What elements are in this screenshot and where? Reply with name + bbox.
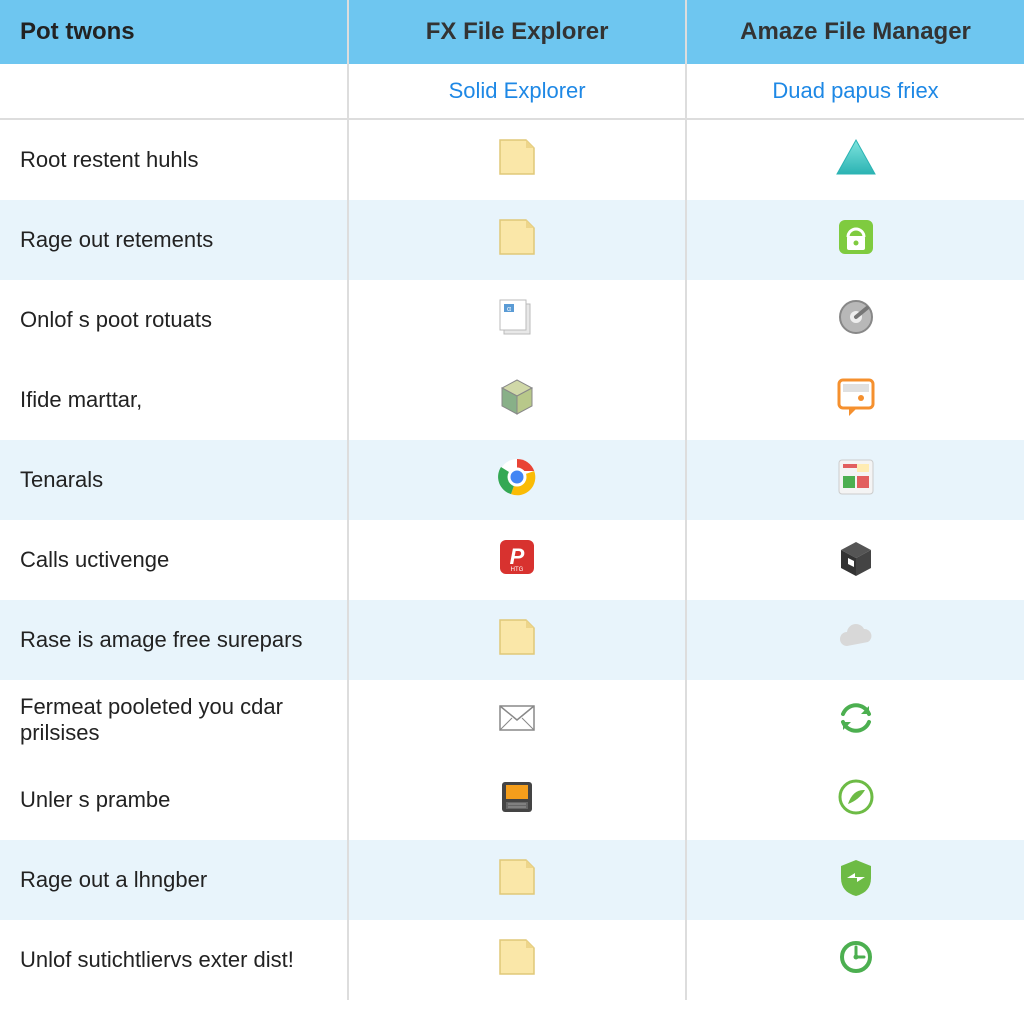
row-cell-a — [348, 600, 686, 680]
row-label: Rase is amage free surepars — [0, 600, 348, 680]
folder-icon — [494, 214, 540, 260]
sync-icon — [833, 694, 879, 740]
row-label: Ifide marttar, — [0, 360, 348, 440]
row-label: Unlof sutichtliervs exter dist! — [0, 920, 348, 1000]
sub-col-2[interactable]: Duad papus friex — [686, 64, 1024, 119]
table-row: Root restent huhls — [0, 119, 1024, 200]
table-row: Unlof sutichtliervs exter dist! — [0, 920, 1024, 1000]
row-label: Rage out a lhngber — [0, 840, 348, 920]
row-label: Calls uctivenge — [0, 520, 348, 600]
header-col-2: Amaze File Manager — [686, 0, 1024, 64]
row-cell-a — [348, 200, 686, 280]
folder-icon — [494, 614, 540, 660]
sub-header-row: Solid Explorer Duad papus friex — [0, 64, 1024, 119]
row-cell-b — [686, 680, 1024, 760]
row-label: Rage out retements — [0, 200, 348, 280]
row-cell-a — [348, 360, 686, 440]
device-icon — [494, 774, 540, 820]
row-cell-a — [348, 119, 686, 200]
triangle-icon — [833, 134, 879, 180]
row-cell-a — [348, 440, 686, 520]
header-col-1: FX File Explorer — [348, 0, 686, 64]
sub-col-1[interactable]: Solid Explorer — [348, 64, 686, 119]
table-row: Rage out retements — [0, 200, 1024, 280]
table-row: Unler s prambe — [0, 760, 1024, 840]
row-cell-b — [686, 200, 1024, 280]
row-label: Tenarals — [0, 440, 348, 520]
table-row: Onlof s poot rotuats — [0, 280, 1024, 360]
row-cell-b — [686, 920, 1024, 1000]
row-cell-a — [348, 840, 686, 920]
table-row: Calls uctivenge — [0, 520, 1024, 600]
header-col-0: Pot twons — [0, 0, 348, 64]
media-icon — [833, 454, 879, 500]
row-cell-b — [686, 840, 1024, 920]
row-cell-b — [686, 760, 1024, 840]
lock-icon — [833, 214, 879, 260]
row-label: Fermeat pooleted you cdar prilsises — [0, 680, 348, 760]
clock-icon — [833, 934, 879, 980]
shield-icon — [833, 854, 879, 900]
table-row: Rage out a lhngber — [0, 840, 1024, 920]
leaf-icon — [833, 774, 879, 820]
row-label: Onlof s poot rotuats — [0, 280, 348, 360]
comparison-table: Pot twons FX File Explorer Amaze File Ma… — [0, 0, 1024, 1000]
row-cell-a — [348, 760, 686, 840]
table-row: Fermeat pooleted you cdar prilsises — [0, 680, 1024, 760]
table-row: Tenarals — [0, 440, 1024, 520]
row-label: Unler s prambe — [0, 760, 348, 840]
row-cell-b — [686, 119, 1024, 200]
p-icon — [494, 534, 540, 580]
row-cell-b — [686, 520, 1024, 600]
sub-col-0 — [0, 64, 348, 119]
row-label: Root restent huhls — [0, 119, 348, 200]
row-cell-b — [686, 600, 1024, 680]
folder-icon — [494, 134, 540, 180]
table-header-row: Pot twons FX File Explorer Amaze File Ma… — [0, 0, 1024, 64]
box-icon — [833, 534, 879, 580]
table-row: Rase is amage free surepars — [0, 600, 1024, 680]
chrome-icon — [494, 454, 540, 500]
row-cell-b — [686, 440, 1024, 520]
row-cell-b — [686, 360, 1024, 440]
folder-icon — [494, 854, 540, 900]
envelope-icon — [494, 694, 540, 740]
speech-icon — [833, 374, 879, 420]
row-cell-b — [686, 280, 1024, 360]
cloud-icon — [833, 614, 879, 660]
row-cell-a — [348, 280, 686, 360]
row-cell-a — [348, 920, 686, 1000]
table-row: Ifide marttar, — [0, 360, 1024, 440]
row-cell-a — [348, 520, 686, 600]
dial-icon — [833, 294, 879, 340]
row-cell-a — [348, 680, 686, 760]
cube-icon — [494, 374, 540, 420]
folder-icon — [494, 934, 540, 980]
docs-icon — [494, 294, 540, 340]
